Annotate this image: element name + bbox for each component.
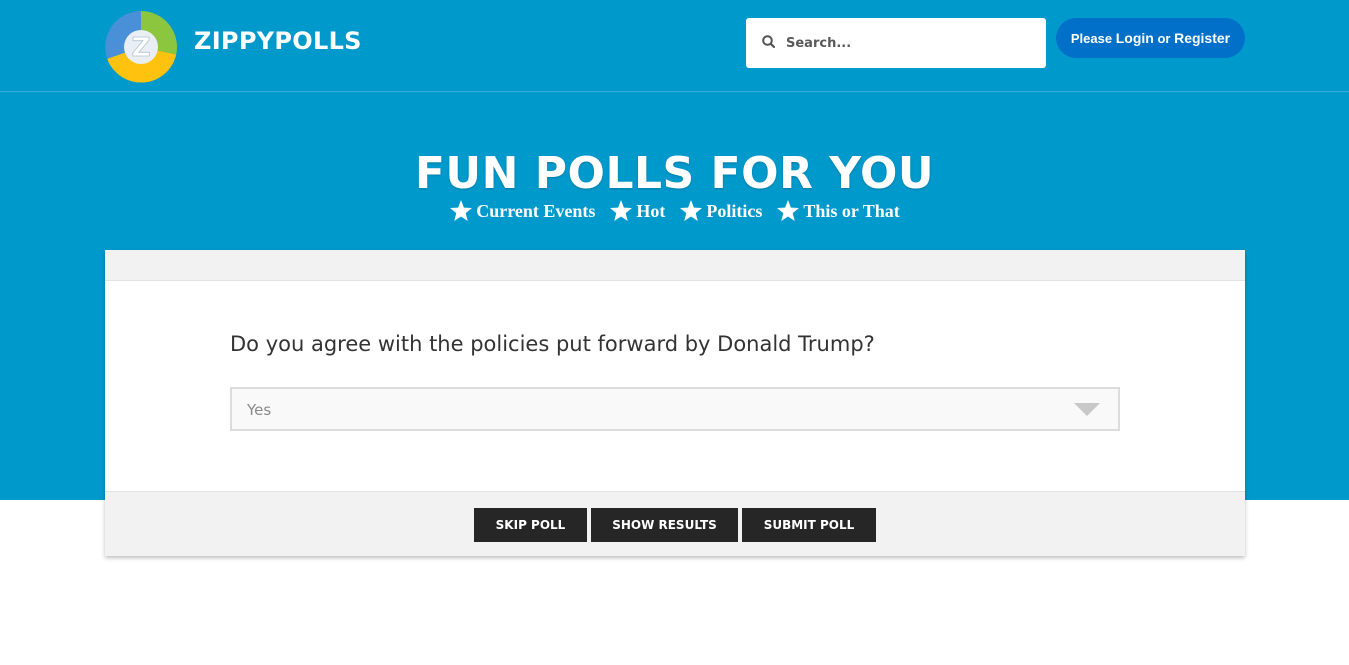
show-results-button[interactable]: SHOW RESULTS	[591, 508, 738, 542]
login-register-button[interactable]: Please Login or Register	[1056, 18, 1245, 58]
search-box[interactable]	[746, 18, 1046, 68]
category-current-events[interactable]: Current Events	[449, 199, 595, 223]
poll-card: Do you agree with the policies put forwa…	[105, 250, 1245, 556]
poll-actions-bar: SKIP POLL SHOW RESULTS SUBMIT POLL	[105, 491, 1245, 556]
search-icon	[762, 35, 776, 49]
chevron-down-icon	[1074, 403, 1100, 416]
category-hot[interactable]: Hot	[609, 199, 665, 223]
poll-question: Do you agree with the policies put forwa…	[230, 332, 875, 356]
category-nav: Current Events Hot Politics This or That	[0, 199, 1349, 223]
brand-name[interactable]: ZIPPYPOLLS	[194, 27, 362, 55]
category-label: Hot	[636, 200, 666, 221]
search-input[interactable]	[786, 18, 1036, 68]
poll-answer-select[interactable]: Yes	[230, 387, 1120, 431]
category-label: Politics	[706, 200, 763, 221]
star-icon	[450, 200, 473, 221]
top-navbar: Z ZIPPYPOLLS Please Login or Register	[0, 0, 1349, 92]
register-link[interactable]: Register	[1174, 30, 1230, 46]
auth-prefix-text: Please	[1070, 30, 1113, 46]
star-icon	[680, 200, 703, 221]
svg-text:Z: Z	[132, 33, 151, 63]
skip-poll-button[interactable]: SKIP POLL	[474, 508, 587, 542]
zippypolls-logo[interactable]: Z	[105, 11, 177, 83]
login-link[interactable]: Login	[1116, 30, 1154, 46]
poll-card-header	[105, 250, 1245, 281]
submit-poll-button[interactable]: SUBMIT POLL	[742, 508, 876, 542]
category-politics[interactable]: Politics	[679, 199, 762, 223]
category-label: Current Events	[476, 200, 596, 221]
poll-actions: SKIP POLL SHOW RESULTS SUBMIT POLL	[474, 508, 876, 542]
star-icon	[610, 200, 633, 221]
star-icon	[777, 200, 800, 221]
selected-option: Yes	[247, 401, 272, 419]
auth-or-text: or	[1157, 30, 1171, 46]
category-label: This or That	[803, 200, 900, 221]
hero-title: FUN POLLS FOR YOU	[414, 148, 935, 199]
category-this-or-that[interactable]: This or That	[776, 199, 900, 223]
